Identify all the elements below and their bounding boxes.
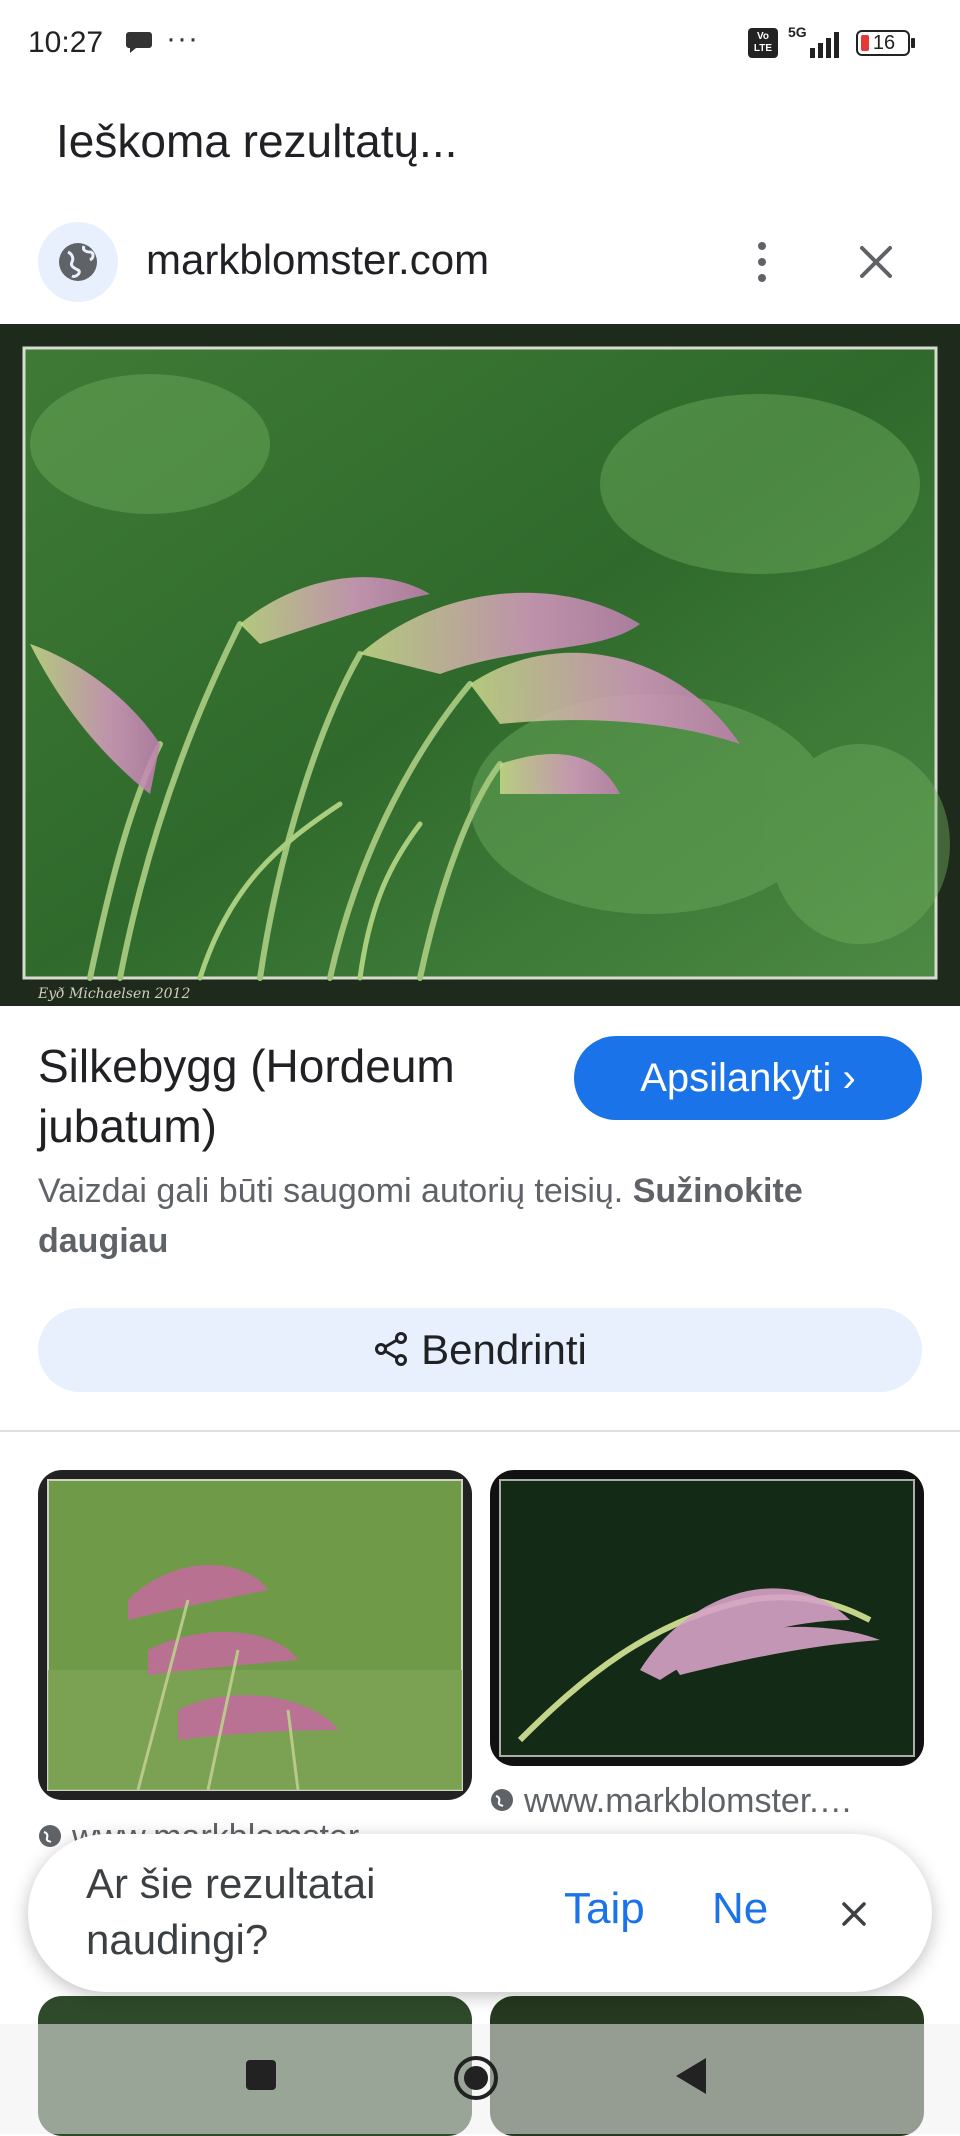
share-icon [375,1331,408,1366]
recent-apps-icon[interactable] [244,2058,278,2092]
site-name-link[interactable]: markblomster.com [146,236,489,284]
feedback-no-button[interactable]: Ne [712,1884,768,1934]
globe-icon [491,1789,513,1812]
feedback-card: Ar šie rezultatai naudingi? Taip Ne [28,1834,932,1992]
more-notifications-icon: ··· [166,22,199,55]
back-icon[interactable] [672,2056,712,2096]
result-title: Silkebygg (Hordeum jubatum) [38,1040,455,1152]
photo-credit: Eyð Michaelsen 2012 [38,986,191,1002]
volte-icon: Vo LTE [748,28,778,58]
share-button[interactable]: Bendrinti [38,1308,922,1392]
copyright-notice: Vaizdai gali būti saugomi autorių teisių… [38,1166,918,1266]
visit-button-label: Apsilankyti › [640,1056,856,1100]
home-icon[interactable] [452,2054,500,2102]
clock: 10:27 [28,26,104,59]
feedback-question: Ar šie rezultatai naudingi? [86,1860,376,1963]
related-image-1[interactable] [38,1470,472,1800]
related-source-label: www.markblomster.… [524,1782,853,1820]
close-icon[interactable] [832,1892,876,1936]
feedback-yes-button[interactable]: Taip [564,1884,645,1934]
site-favicon [38,222,118,302]
related-source-2[interactable]: www.markblomster.… [490,1782,853,1821]
globe-icon [59,243,97,281]
signal-strength-icon [810,32,839,58]
close-icon[interactable] [852,238,900,286]
globe-icon [39,1825,61,1848]
chat-bubble-icon [126,32,152,53]
copyright-text: Vaizdai gali būti saugomi autorių teisių… [38,1172,624,1210]
battery-level: 16 [872,32,896,54]
status-bar: 10:27 ··· Vo LTE 5G 16 [0,0,960,86]
more-options-icon[interactable] [744,236,780,288]
visit-button[interactable]: Apsilankyti › [574,1036,922,1120]
hero-image[interactable]: Eyð Michaelsen 2012 [0,324,960,1006]
divider [0,1430,960,1432]
share-button-label: Bendrinti [421,1326,587,1373]
related-image-2[interactable] [490,1470,924,1766]
search-status-text: Ieškoma rezultatų... [56,115,458,167]
